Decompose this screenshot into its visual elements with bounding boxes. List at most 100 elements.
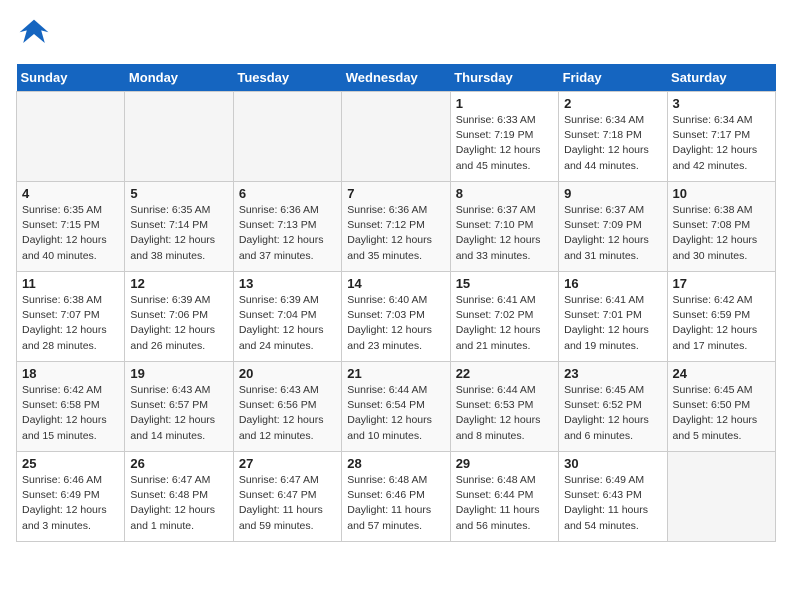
day-info: Sunrise: 6:47 AMSunset: 6:48 PMDaylight:…: [130, 473, 227, 534]
day-number: 8: [456, 186, 553, 201]
calendar-cell: 5 Sunrise: 6:35 AMSunset: 7:14 PMDaylight…: [125, 182, 233, 272]
day-number: 30: [564, 456, 661, 471]
day-info: Sunrise: 6:41 AMSunset: 7:02 PMDaylight:…: [456, 293, 553, 354]
day-number: 15: [456, 276, 553, 291]
page-header: [16, 16, 776, 52]
calendar-week-1: 1Sunrise: 6:33 AMSunset: 7:19 PMDaylight…: [17, 92, 776, 182]
calendar-cell: [342, 92, 450, 182]
day-info: Sunrise: 6:49 AMSunset: 6:43 PMDaylight:…: [564, 473, 661, 534]
day-number: 26: [130, 456, 227, 471]
calendar-week-3: 11 Sunrise: 6:38 AMSunset: 7:07 PMDayligh…: [17, 272, 776, 362]
day-info: Sunrise: 6:42 AMSunset: 6:59 PMDaylight:…: [673, 293, 770, 354]
day-number: 23: [564, 366, 661, 381]
day-number: 27: [239, 456, 336, 471]
day-number: 17: [673, 276, 770, 291]
weekday-header-monday: Monday: [125, 64, 233, 92]
day-info: Sunrise: 6:42 AMSunset: 6:58 PMDaylight:…: [22, 383, 119, 444]
calendar-cell: 27 Sunrise: 6:47 AMSunset: 6:47 PMDayligh…: [233, 452, 341, 542]
calendar-cell: [667, 452, 775, 542]
calendar-cell: 13 Sunrise: 6:39 AMSunset: 7:04 PMDayligh…: [233, 272, 341, 362]
day-info: Sunrise: 6:35 AMSunset: 7:14 PMDaylight:…: [130, 203, 227, 264]
day-info: Sunrise: 6:38 AMSunset: 7:08 PMDaylight:…: [673, 203, 770, 264]
calendar-cell: 25Sunrise: 6:46 AMSunset: 6:49 PMDayligh…: [17, 452, 125, 542]
calendar-cell: 24Sunrise: 6:45 AMSunset: 6:50 PMDayligh…: [667, 362, 775, 452]
logo: [16, 16, 56, 52]
calendar-week-2: 4 Sunrise: 6:35 AMSunset: 7:15 PMDaylight…: [17, 182, 776, 272]
calendar-cell: 15 Sunrise: 6:41 AMSunset: 7:02 PMDayligh…: [450, 272, 558, 362]
day-info: Sunrise: 6:44 AMSunset: 6:54 PMDaylight:…: [347, 383, 444, 444]
day-info: Sunrise: 6:34 AMSunset: 7:17 PMDaylight:…: [673, 113, 770, 174]
calendar-cell: 19 Sunrise: 6:43 AMSunset: 6:57 PMDayligh…: [125, 362, 233, 452]
day-info: Sunrise: 6:48 AMSunset: 6:44 PMDaylight:…: [456, 473, 553, 534]
calendar-cell: 16Sunrise: 6:41 AMSunset: 7:01 PMDayligh…: [559, 272, 667, 362]
day-info: Sunrise: 6:39 AMSunset: 7:06 PMDaylight:…: [130, 293, 227, 354]
calendar-cell: 3 Sunrise: 6:34 AMSunset: 7:17 PMDaylight…: [667, 92, 775, 182]
calendar-week-4: 18 Sunrise: 6:42 AMSunset: 6:58 PMDayligh…: [17, 362, 776, 452]
day-info: Sunrise: 6:34 AMSunset: 7:18 PMDaylight:…: [564, 113, 661, 174]
day-number: 12: [130, 276, 227, 291]
logo-icon: [16, 16, 52, 52]
calendar-cell: 26 Sunrise: 6:47 AMSunset: 6:48 PMDayligh…: [125, 452, 233, 542]
day-number: 21: [347, 366, 444, 381]
calendar-cell: [125, 92, 233, 182]
calendar-cell: 28 Sunrise: 6:48 AMSunset: 6:46 PMDayligh…: [342, 452, 450, 542]
weekday-header-sunday: Sunday: [17, 64, 125, 92]
day-info: Sunrise: 6:36 AMSunset: 7:13 PMDaylight:…: [239, 203, 336, 264]
day-info: Sunrise: 6:40 AMSunset: 7:03 PMDaylight:…: [347, 293, 444, 354]
day-number: 5: [130, 186, 227, 201]
calendar-cell: 30 Sunrise: 6:49 AMSunset: 6:43 PMDayligh…: [559, 452, 667, 542]
calendar-cell: 23 Sunrise: 6:45 AMSunset: 6:52 PMDayligh…: [559, 362, 667, 452]
weekday-header-tuesday: Tuesday: [233, 64, 341, 92]
calendar-cell: 21 Sunrise: 6:44 AMSunset: 6:54 PMDayligh…: [342, 362, 450, 452]
calendar-week-5: 25Sunrise: 6:46 AMSunset: 6:49 PMDayligh…: [17, 452, 776, 542]
day-info: Sunrise: 6:47 AMSunset: 6:47 PMDaylight:…: [239, 473, 336, 534]
weekday-header-row: SundayMondayTuesdayWednesdayThursdayFrid…: [17, 64, 776, 92]
calendar-cell: 9Sunrise: 6:37 AMSunset: 7:09 PMDaylight…: [559, 182, 667, 272]
calendar-cell: 20Sunrise: 6:43 AMSunset: 6:56 PMDayligh…: [233, 362, 341, 452]
weekday-header-saturday: Saturday: [667, 64, 775, 92]
day-number: 16: [564, 276, 661, 291]
calendar-cell: 6 Sunrise: 6:36 AMSunset: 7:13 PMDaylight…: [233, 182, 341, 272]
day-number: 19: [130, 366, 227, 381]
calendar-table: SundayMondayTuesdayWednesdayThursdayFrid…: [16, 64, 776, 542]
day-number: 7: [347, 186, 444, 201]
calendar-cell: 7 Sunrise: 6:36 AMSunset: 7:12 PMDaylight…: [342, 182, 450, 272]
weekday-header-friday: Friday: [559, 64, 667, 92]
calendar-cell: 2 Sunrise: 6:34 AMSunset: 7:18 PMDaylight…: [559, 92, 667, 182]
day-number: 3: [673, 96, 770, 111]
weekday-header-wednesday: Wednesday: [342, 64, 450, 92]
day-number: 24: [673, 366, 770, 381]
day-info: Sunrise: 6:48 AMSunset: 6:46 PMDaylight:…: [347, 473, 444, 534]
day-number: 2: [564, 96, 661, 111]
day-number: 6: [239, 186, 336, 201]
calendar-cell: 1Sunrise: 6:33 AMSunset: 7:19 PMDaylight…: [450, 92, 558, 182]
day-number: 11: [22, 276, 119, 291]
calendar-cell: 14 Sunrise: 6:40 AMSunset: 7:03 PMDayligh…: [342, 272, 450, 362]
weekday-header-thursday: Thursday: [450, 64, 558, 92]
day-number: 13: [239, 276, 336, 291]
day-info: Sunrise: 6:37 AMSunset: 7:09 PMDaylight:…: [564, 203, 661, 264]
calendar-cell: 10 Sunrise: 6:38 AMSunset: 7:08 PMDayligh…: [667, 182, 775, 272]
calendar-cell: 4 Sunrise: 6:35 AMSunset: 7:15 PMDaylight…: [17, 182, 125, 272]
day-number: 28: [347, 456, 444, 471]
calendar-body: 1Sunrise: 6:33 AMSunset: 7:19 PMDaylight…: [17, 92, 776, 542]
day-number: 10: [673, 186, 770, 201]
day-info: Sunrise: 6:46 AMSunset: 6:49 PMDaylight:…: [22, 473, 119, 534]
day-info: Sunrise: 6:43 AMSunset: 6:57 PMDaylight:…: [130, 383, 227, 444]
day-number: 18: [22, 366, 119, 381]
day-number: 20: [239, 366, 336, 381]
calendar-cell: [17, 92, 125, 182]
day-number: 29: [456, 456, 553, 471]
day-info: Sunrise: 6:38 AMSunset: 7:07 PMDaylight:…: [22, 293, 119, 354]
day-number: 14: [347, 276, 444, 291]
day-info: Sunrise: 6:37 AMSunset: 7:10 PMDaylight:…: [456, 203, 553, 264]
calendar-cell: [233, 92, 341, 182]
calendar-cell: 8 Sunrise: 6:37 AMSunset: 7:10 PMDaylight…: [450, 182, 558, 272]
day-info: Sunrise: 6:36 AMSunset: 7:12 PMDaylight:…: [347, 203, 444, 264]
day-info: Sunrise: 6:45 AMSunset: 6:52 PMDaylight:…: [564, 383, 661, 444]
day-number: 4: [22, 186, 119, 201]
calendar-cell: 29 Sunrise: 6:48 AMSunset: 6:44 PMDayligh…: [450, 452, 558, 542]
day-info: Sunrise: 6:35 AMSunset: 7:15 PMDaylight:…: [22, 203, 119, 264]
day-info: Sunrise: 6:39 AMSunset: 7:04 PMDaylight:…: [239, 293, 336, 354]
calendar-cell: 12 Sunrise: 6:39 AMSunset: 7:06 PMDayligh…: [125, 272, 233, 362]
